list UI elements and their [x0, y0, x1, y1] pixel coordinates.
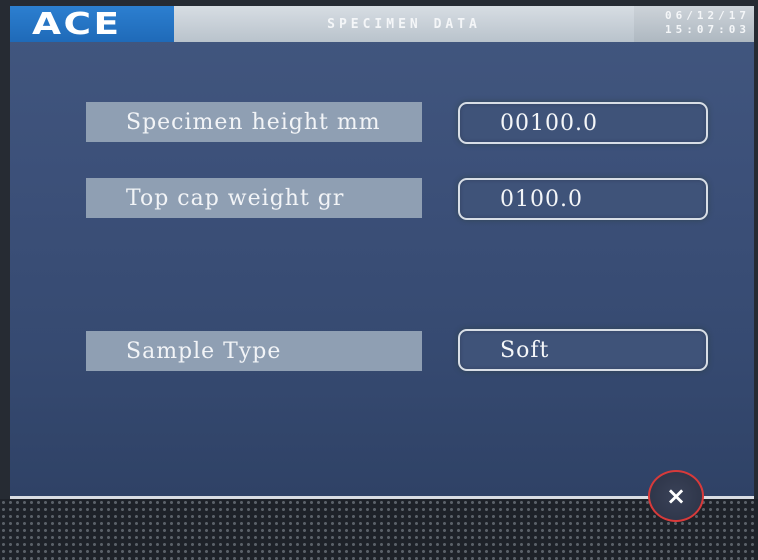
top-cap-weight-label: Top cap weight gr	[86, 178, 422, 218]
datetime-display: 06/12/17 15:07:03	[634, 6, 754, 42]
page-title: SPECIMEN DATA	[327, 16, 481, 32]
specimen-height-label: Specimen height mm	[86, 102, 422, 142]
logo: ACE	[10, 6, 174, 42]
close-button[interactable]: ×	[648, 470, 704, 522]
sample-type-selector[interactable]: Soft	[458, 329, 708, 371]
date-text: 06/12/17	[665, 9, 750, 22]
sample-type-label: Sample Type	[86, 331, 422, 371]
logo-text: ACE	[32, 6, 122, 42]
time-text: 15:07:03	[665, 23, 750, 36]
header-bar: ACE SPECIMEN DATA 06/12/17 15:07:03	[10, 6, 754, 42]
close-icon: ×	[665, 482, 687, 510]
specimen-height-field[interactable]: 00100.0	[458, 102, 708, 144]
top-cap-weight-field[interactable]: 0100.0	[458, 178, 708, 220]
speaker-grill	[0, 499, 758, 560]
touch-screen: ACE SPECIMEN DATA 06/12/17 15:07:03 Spec…	[10, 6, 754, 496]
